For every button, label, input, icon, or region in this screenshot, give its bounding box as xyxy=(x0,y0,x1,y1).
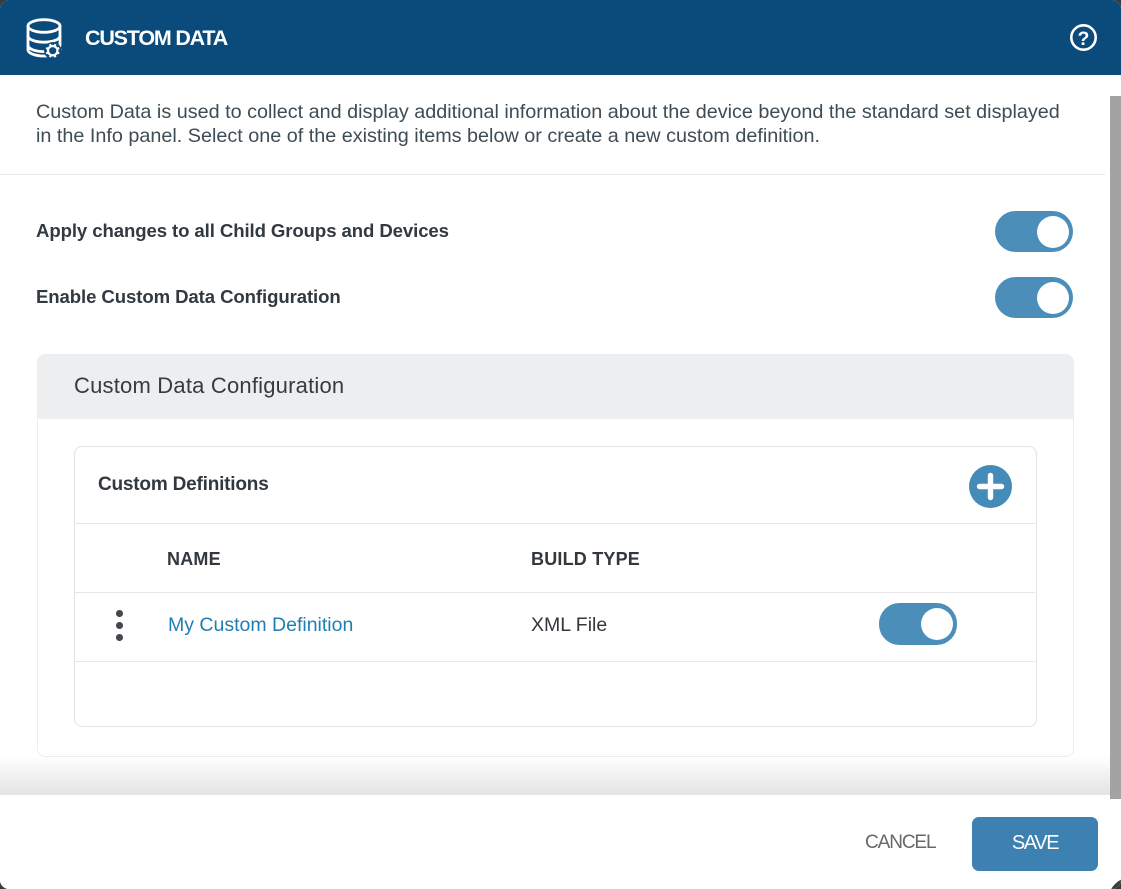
svg-text:?: ? xyxy=(1078,28,1090,50)
